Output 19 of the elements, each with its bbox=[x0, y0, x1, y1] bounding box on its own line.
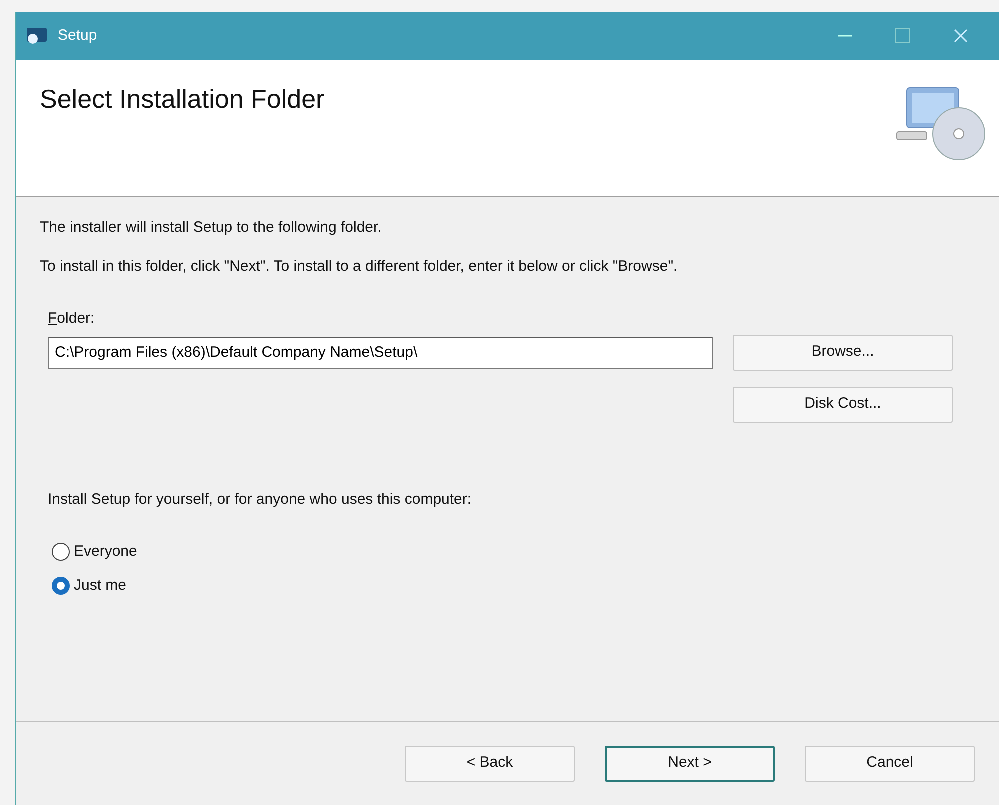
cancel-button[interactable]: Cancel bbox=[805, 746, 975, 782]
folder-label: Folder: bbox=[48, 309, 95, 329]
window-title: Setup bbox=[58, 26, 98, 46]
install-scope-prompt: Install Setup for yourself, or for anyone who uses this computer: bbox=[48, 490, 472, 510]
radio-button[interactable] bbox=[52, 577, 70, 595]
radio-button[interactable] bbox=[52, 543, 70, 561]
radio-label[interactable]: Just me bbox=[74, 574, 127, 598]
setup-app-icon bbox=[26, 26, 48, 46]
next-button[interactable]: Next > bbox=[605, 746, 775, 782]
page-heading: Select Installation Folder bbox=[40, 84, 325, 116]
disk-cost-button[interactable]: Disk Cost... bbox=[733, 386, 953, 422]
folder-path-field[interactable]: C:\Program Files (x86)\Default Company Name\Setup\ bbox=[48, 336, 713, 368]
browse-button[interactable]: Browse... bbox=[733, 334, 953, 370]
close-icon[interactable] bbox=[953, 28, 969, 44]
instruction-text: To install in this folder, click "Next". To install to a different folder, enter it below or click "Browse". bbox=[40, 256, 679, 276]
radio-label[interactable]: Everyone bbox=[74, 540, 138, 564]
intro-text: The installer will install Setup to the following folder. bbox=[40, 218, 383, 238]
back-button[interactable]: < Back bbox=[405, 746, 575, 782]
maximize-icon[interactable] bbox=[895, 28, 911, 44]
